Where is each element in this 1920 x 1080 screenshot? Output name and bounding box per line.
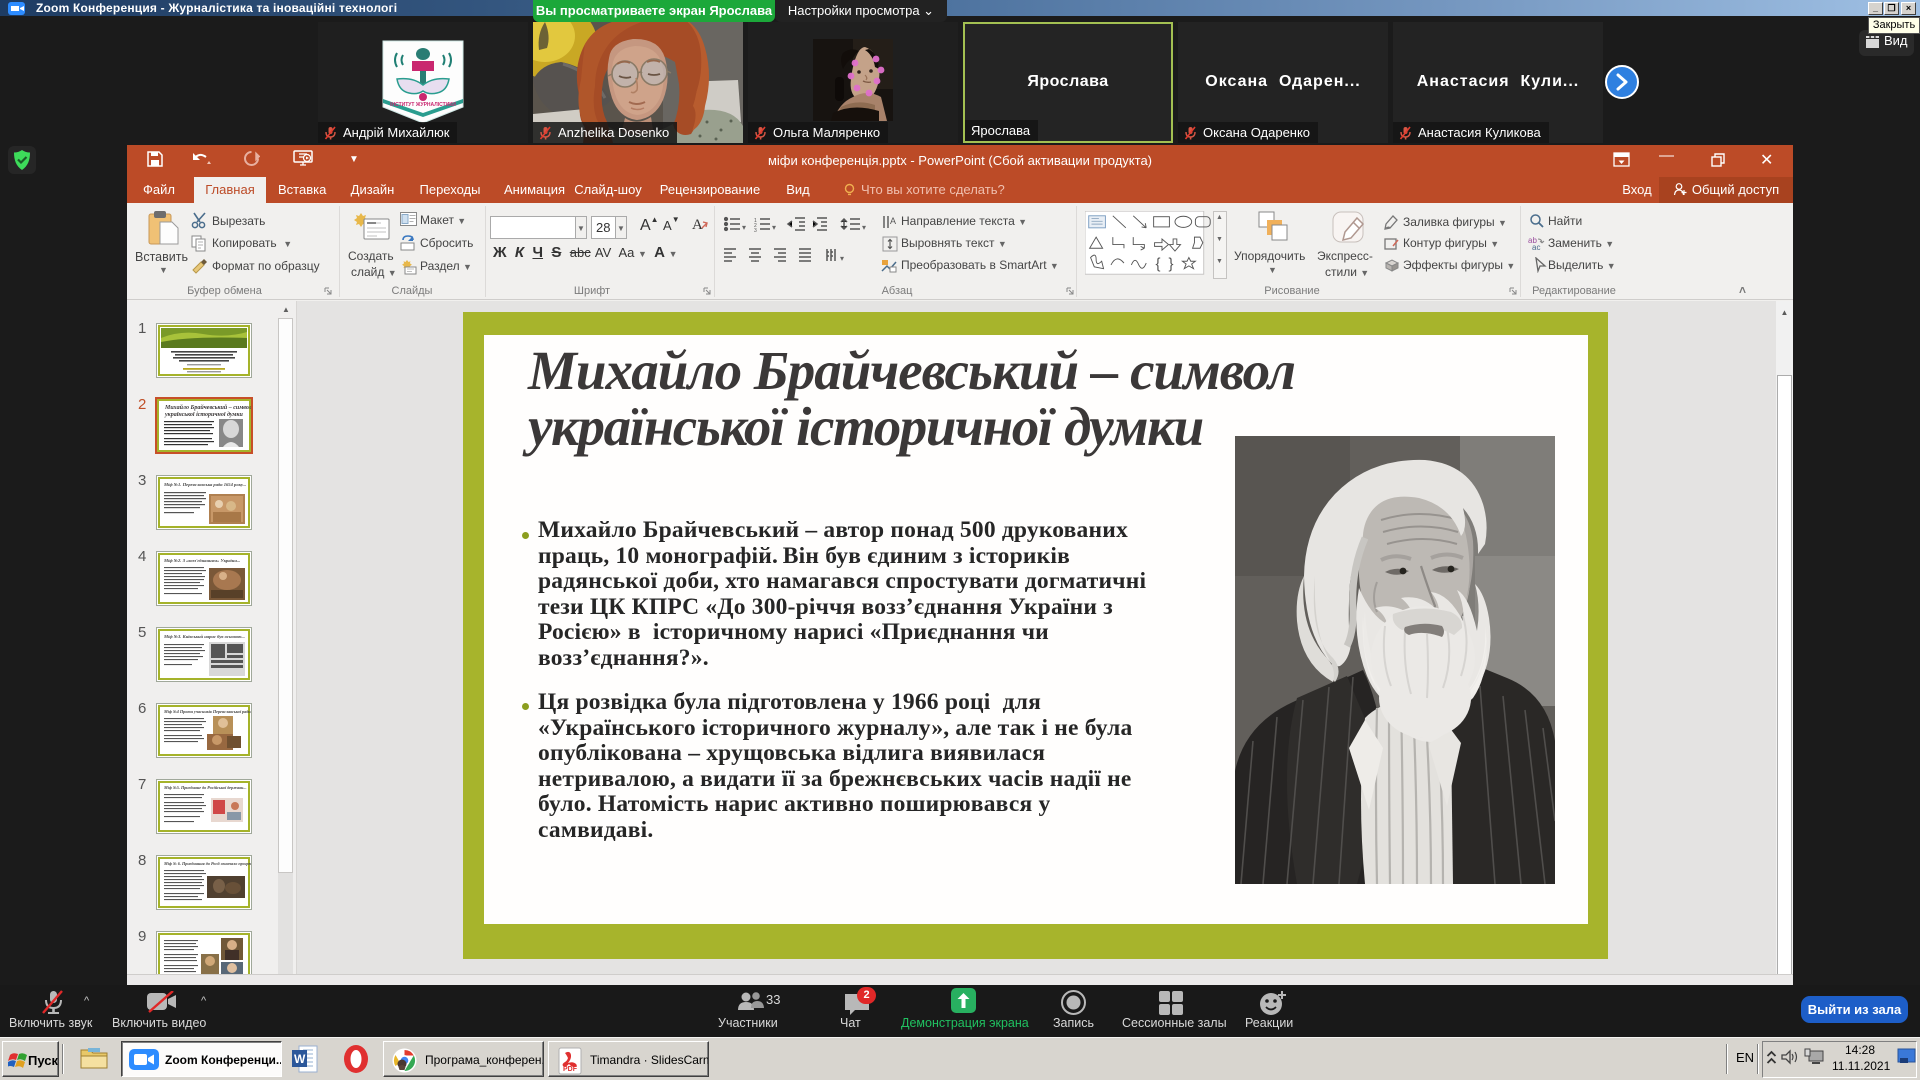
svg-text:Міф №2. З «возз'єднанням» Укра: Міф №2. З «возз'єднанням» України... <box>163 558 240 563</box>
svg-text:Міф №5. Приєднане до Російсько: Міф №5. Приєднане до Російської держави.… <box>163 785 247 790</box>
svg-text:PDF: PDF <box>563 1066 578 1073</box>
svg-text:Міф №1. Переяславська рада 165: Міф №1. Переяславська рада 1654 року... <box>163 482 246 487</box>
svg-text:W: W <box>294 1052 306 1066</box>
svg-text:▾: ▾ <box>862 223 866 232</box>
svg-text:Міф № 6. Приєднання до Росії о: Міф № 6. Приєднання до Росії означало пр… <box>163 861 251 866</box>
svg-text:української історичної думки: української історичної думки <box>164 411 244 418</box>
svg-text:▾: ▾ <box>772 223 776 232</box>
svg-text:}: } <box>1168 257 1173 273</box>
svg-text:Міф №3. Київський нарис був ос: Міф №3. Київський нарис був основою... <box>163 634 245 639</box>
svg-text:3: 3 <box>754 228 757 232</box>
svg-text:{: { <box>1155 257 1160 273</box>
svg-text:ІНСТИТУТ ЖУРНАЛІСТИКИ: ІНСТИТУТ ЖУРНАЛІСТИКИ <box>390 102 456 108</box>
svg-text:▾: ▾ <box>742 223 746 232</box>
svg-text:ac: ac <box>1532 243 1540 251</box>
svg-text:Міф №4 Проти учасників Переясл: Міф №4 Проти учасників Переяславської ра… <box>163 709 251 714</box>
svg-text:A: A <box>890 216 896 226</box>
svg-text:Михайло Брайчевський – символ: Михайло Брайчевський – символ <box>164 404 251 411</box>
svg-text:А: А <box>692 217 703 233</box>
svg-text:▾: ▾ <box>840 254 844 263</box>
